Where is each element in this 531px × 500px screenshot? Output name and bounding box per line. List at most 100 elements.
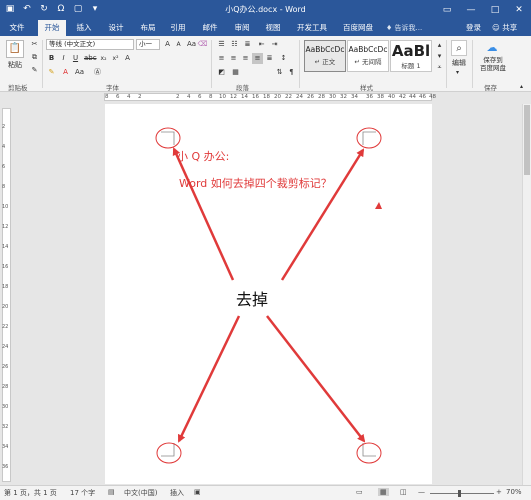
tab-view[interactable]: 视图 (259, 20, 287, 36)
ruler-label: 46 (419, 94, 426, 100)
sign-in-link[interactable]: 登录 (466, 20, 481, 36)
line-spacing-icon[interactable]: ↕ (278, 53, 289, 64)
share-button[interactable]: ☺ 共享 (492, 20, 517, 36)
shading-icon[interactable]: ◩ (216, 67, 227, 78)
tab-insert[interactable]: 插入 (70, 20, 98, 36)
italic-icon[interactable]: I (58, 53, 69, 64)
strikethrough-icon[interactable]: abc (84, 53, 97, 64)
superscript-icon[interactable]: x² (110, 53, 121, 64)
collapse-ribbon-icon[interactable]: ▴ (520, 82, 523, 92)
insert-mode-status[interactable]: 插入 (170, 488, 184, 498)
underline-icon[interactable]: U (70, 53, 81, 64)
show-marks-icon[interactable]: ¶ (286, 67, 297, 78)
font-size-select[interactable]: 小一 (136, 39, 160, 50)
print-layout-icon[interactable]: ▦ (378, 488, 389, 496)
subscript-icon[interactable]: x₂ (98, 53, 109, 64)
document-page[interactable]: 小 Q 办公: Word 如何去掉四个裁剪标记？ 去掉 (105, 104, 432, 484)
ruler-label: 26 (307, 94, 314, 100)
ruler-label: 22 (2, 324, 9, 330)
decrease-indent-icon[interactable]: ⇤ (256, 39, 267, 50)
numbering-icon[interactable]: ☷ (229, 39, 240, 50)
ruler-label: 4 (187, 94, 191, 100)
shrink-font-icon[interactable]: A (173, 39, 184, 50)
ruler-label: 20 (274, 94, 281, 100)
tab-layout[interactable]: 布局 (134, 20, 162, 36)
align-left-icon[interactable]: ≡ (216, 53, 227, 64)
close-button[interactable]: ✕ (507, 0, 531, 20)
format-painter-icon[interactable]: ✎ (29, 65, 40, 76)
chevron-down-icon[interactable]: ▾ (456, 68, 459, 78)
read-mode-icon[interactable]: ▭ (356, 488, 363, 496)
tab-review[interactable]: 审阅 (228, 20, 256, 36)
zoom-level[interactable]: 70% (506, 488, 522, 496)
ruler-label: 4 (2, 144, 6, 150)
web-layout-icon[interactable]: ◫ (400, 488, 407, 496)
font-name-select[interactable]: 等线 (中文正文) (46, 39, 134, 50)
grow-font-icon[interactable]: A (162, 39, 173, 50)
tab-file[interactable]: 文件 (2, 20, 32, 36)
ruler-label: 32 (340, 94, 347, 100)
sort-icon[interactable]: ⇅ (274, 67, 285, 78)
ribbon-display-icon[interactable]: ▭ (435, 0, 459, 20)
proofing-icon[interactable]: ▤ (108, 488, 115, 496)
zoom-in-icon[interactable]: + (496, 488, 502, 496)
change-case-icon[interactable]: Aa (186, 39, 197, 50)
ruler-label: 30 (2, 404, 9, 410)
search-icon[interactable]: ⌕ (451, 40, 467, 56)
tab-mailings[interactable]: 邮件 (196, 20, 224, 36)
borders-icon[interactable]: ▦ (230, 67, 241, 78)
multilevel-list-icon[interactable]: ≣ (242, 39, 253, 50)
align-center-icon[interactable]: ≡ (228, 53, 239, 64)
style-no-spacing[interactable]: AaBbCcDc ↵ 无间隔 (347, 40, 389, 72)
ruler-label: 2 (138, 94, 142, 100)
tab-baidu[interactable]: 百度网盘 (338, 20, 378, 36)
style-normal[interactable]: AaBbCcDc ↵ 正文 (304, 40, 346, 72)
cut-icon[interactable]: ✂ (29, 39, 40, 50)
vertical-scrollbar[interactable] (522, 104, 531, 485)
tab-design[interactable]: 设计 (102, 20, 130, 36)
paste-button[interactable]: 粘贴 (8, 60, 22, 70)
tab-developer[interactable]: 开发工具 (292, 20, 332, 36)
minimize-button[interactable]: — (459, 0, 483, 20)
clipboard-group-label: 剪贴板 (8, 84, 28, 92)
zoom-slider-thumb[interactable] (458, 490, 461, 497)
styles-scroll-down-icon[interactable]: ▾ (434, 51, 445, 61)
language-status[interactable]: 中文(中国) (124, 488, 157, 498)
scrollbar-thumb[interactable] (524, 105, 530, 175)
save-group-label: 保存 (484, 84, 497, 92)
baidu-cloud-icon[interactable]: ☁ (482, 40, 502, 56)
text-effects-icon[interactable]: A (122, 53, 133, 64)
save-to-baidu-button[interactable]: 保存到 百度网盘 (474, 56, 512, 72)
bold-icon[interactable]: B (46, 53, 57, 64)
enclose-char-icon[interactable]: Ⓐ (92, 67, 103, 78)
tab-home[interactable]: 开始 (38, 20, 66, 36)
style-heading-1[interactable]: AaBl 标题 1 (390, 40, 432, 72)
align-right-icon[interactable]: ≡ (240, 53, 251, 64)
char-shading-icon[interactable]: Aa (74, 67, 85, 78)
paste-icon[interactable]: 📋 (6, 40, 24, 58)
styles-more-icon[interactable]: ⩡ (434, 62, 445, 72)
font-color-icon[interactable]: A (60, 67, 71, 78)
tell-me-search[interactable]: ♦ 告诉我... (386, 20, 422, 36)
arrow-to-bottom-left (177, 315, 241, 443)
ruler-label: 36 (366, 94, 373, 100)
copy-icon[interactable]: ⧉ (29, 52, 40, 63)
tab-references[interactable]: 引用 (164, 20, 192, 36)
ruler-label: 6 (198, 94, 202, 100)
bullets-icon[interactable]: ☰ (216, 39, 227, 50)
zoom-out-icon[interactable]: — (418, 488, 425, 496)
justify-icon[interactable]: ≡ (252, 53, 263, 64)
styles-scroll-up-icon[interactable]: ▴ (434, 40, 445, 50)
clear-format-icon[interactable]: ⌫ (197, 39, 208, 50)
macro-icon[interactable]: ▣ (194, 488, 201, 496)
ruler-label: 16 (252, 94, 259, 100)
editing-button[interactable]: 编辑 (452, 58, 466, 68)
highlight-icon[interactable]: ✎ (46, 67, 57, 78)
zoom-slider[interactable] (430, 490, 494, 497)
highlight-ellipse (356, 127, 382, 149)
word-count[interactable]: 17 个字 (70, 488, 95, 498)
page-count[interactable]: 第 1 页，共 1 页 (4, 488, 57, 498)
increase-indent-icon[interactable]: ⇥ (269, 39, 280, 50)
distributed-icon[interactable]: ≣ (264, 53, 275, 64)
maximize-button[interactable]: □ (483, 0, 507, 20)
